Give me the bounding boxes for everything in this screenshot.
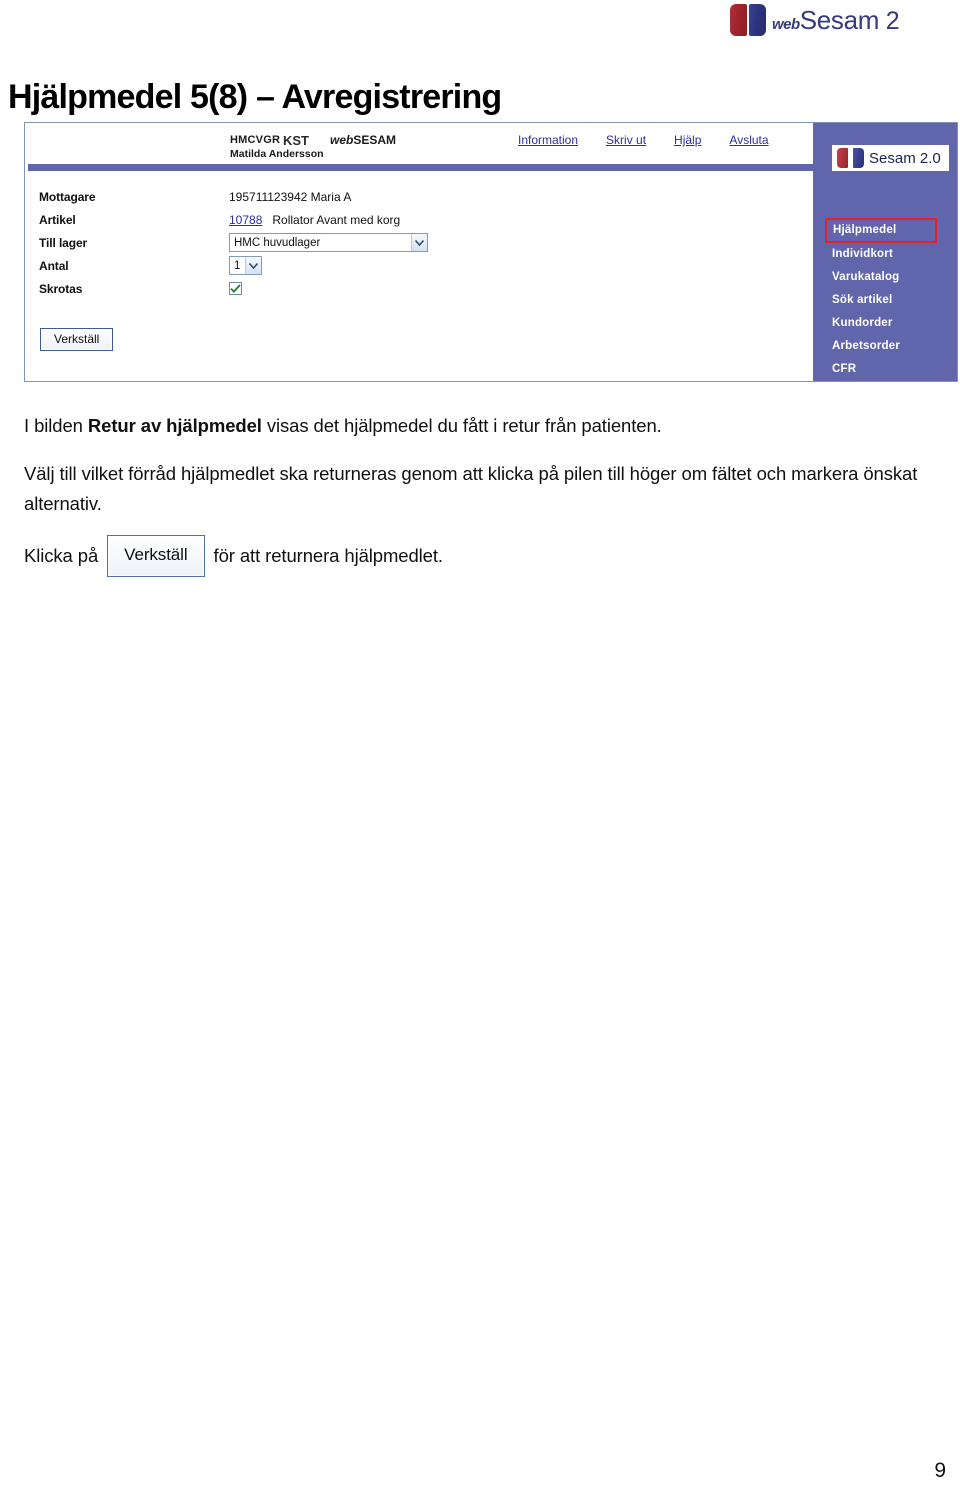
scrap-checkbox[interactable]: [229, 282, 242, 295]
document-page: webSesam 2 Hjälpmedel 5(8) – Avregistrer…: [0, 0, 960, 1495]
warehouse-select-value: HMC huvudlager: [234, 236, 321, 249]
quantity-select-value: 1: [234, 259, 241, 272]
label-till-lager: Till lager: [39, 235, 88, 250]
chevron-down-icon[interactable]: [411, 234, 427, 251]
execute-button[interactable]: Verkställ: [40, 328, 114, 351]
label-skrotas: Skrotas: [39, 281, 83, 296]
app-name-label: webSESAM: [330, 133, 396, 147]
paragraph-1-part-b: visas det hjälpmedel du fått i retur frå…: [261, 414, 662, 436]
value-antal: 1: [229, 256, 262, 275]
form-row-warehouse: Till lager HMC huvudlager: [39, 231, 799, 254]
sidebar-item-hjalpmedel[interactable]: Hjälpmedel: [825, 218, 937, 243]
body-text: I bilden Retur av hjälpmedel visas det h…: [24, 392, 936, 588]
logo-web-text: web: [772, 15, 800, 33]
label-artikel: Artikel: [39, 212, 76, 227]
sidebar-nav: Hjälpmedel Individkort Varukatalog Sök a…: [825, 218, 950, 381]
label-mottagare: Mottagare: [39, 189, 96, 204]
app-kst-label: KST: [283, 133, 309, 148]
logo-wordmark: webSesam 2: [772, 4, 900, 36]
page-number: 9: [934, 1459, 946, 1482]
sidebar-item-cfr[interactable]: CFR: [832, 358, 950, 381]
logo-red-block: [730, 4, 747, 36]
page-title: Hjälpmedel 5(8) – Avregistrering: [8, 77, 502, 116]
sidebar-item-sok-artikel[interactable]: Sök artikel: [832, 289, 950, 312]
sidebar-item-kundorder[interactable]: Kundorder: [832, 312, 950, 335]
form-row-recipient: Mottagare 195711123942 Maria A: [39, 185, 799, 208]
logo-mark: [730, 4, 766, 36]
sidebar-item-varukatalog[interactable]: Varukatalog: [832, 266, 950, 289]
paragraph-1: I bilden Retur av hjälpmedel visas det h…: [24, 411, 936, 441]
badge-blue-block: [853, 148, 864, 168]
sidebar-item-individkort[interactable]: Individkort: [832, 243, 950, 266]
app-sidebar: Sesam 2.0 Hjälpmedel Individkort Varukat…: [813, 123, 957, 381]
article-name-text: Rollator Avant med korg: [272, 212, 401, 227]
sidebar-item-arbetsorder[interactable]: Arbetsorder: [832, 335, 950, 358]
nav-link-help[interactable]: Hjälp: [674, 133, 701, 147]
value-mottagare: 195711123942 Maria A: [229, 189, 352, 204]
inline-execute-button[interactable]: Verkställ: [107, 535, 205, 577]
nav-link-information[interactable]: Information: [518, 133, 578, 147]
screenshot-inner: HMCVGR KST webSESAM Matilda Andersson In…: [25, 123, 957, 381]
app-user-name: Matilda Andersson: [230, 148, 324, 160]
paragraph-2: Välj till vilket förråd hjälpmedlet ska …: [24, 463, 918, 514]
label-antal: Antal: [39, 258, 69, 273]
value-skrotas: [229, 282, 242, 295]
app-top-nav: Information Skriv ut Hjälp Avsluta: [518, 133, 769, 147]
warehouse-select[interactable]: HMC huvudlager: [229, 233, 428, 252]
app-main-area: HMCVGR KST webSESAM Matilda Andersson In…: [25, 123, 813, 381]
app-name-sesam: SESAM: [353, 133, 397, 147]
form-row-article: Artikel 10788 Rollator Avant med korg: [39, 208, 799, 231]
article-number-link[interactable]: 10788: [229, 213, 262, 227]
badge-text: Sesam 2.0: [869, 149, 941, 167]
form-row-scrap: Skrotas: [39, 277, 799, 300]
sesam-badge: Sesam 2.0: [832, 145, 949, 171]
nav-link-exit[interactable]: Avsluta: [729, 133, 768, 147]
logo-blue-block: [749, 4, 766, 36]
app-header: HMCVGR KST webSESAM Matilda Andersson In…: [25, 123, 813, 167]
logo-sesam-text: Sesam: [799, 4, 880, 35]
app-org-label: HMCVGR: [230, 134, 281, 146]
value-artikel: 10788 Rollator Avant med korg: [229, 213, 400, 227]
checkmark-icon: [230, 284, 241, 293]
app-name-web: web: [330, 133, 354, 147]
logo-version-text: 2: [885, 6, 900, 35]
paragraph-1-bold: Retur av hjälpmedel: [87, 414, 262, 436]
paragraph-3: Klicka på Verkställ för att returnera hj…: [24, 535, 936, 577]
paragraph-1-part-a: I bilden: [24, 414, 88, 436]
nav-link-print[interactable]: Skriv ut: [606, 133, 646, 147]
websesam-logo: webSesam 2: [730, 4, 900, 36]
value-till-lager: HMC huvudlager: [229, 233, 428, 252]
form-row-quantity: Antal 1: [39, 254, 799, 277]
application-screenshot: HMCVGR KST webSESAM Matilda Andersson In…: [24, 122, 958, 382]
header-divider-bar: [28, 164, 813, 171]
quantity-select[interactable]: 1: [229, 256, 262, 275]
return-form: Mottagare 195711123942 Maria A Artikel 1…: [39, 185, 799, 300]
paragraph-3-part-a: Klicka på: [24, 545, 99, 566]
badge-red-block: [837, 148, 848, 168]
chevron-down-icon[interactable]: [245, 257, 261, 274]
paragraph-3-part-b: för att returnera hjälpmedlet.: [213, 545, 444, 566]
